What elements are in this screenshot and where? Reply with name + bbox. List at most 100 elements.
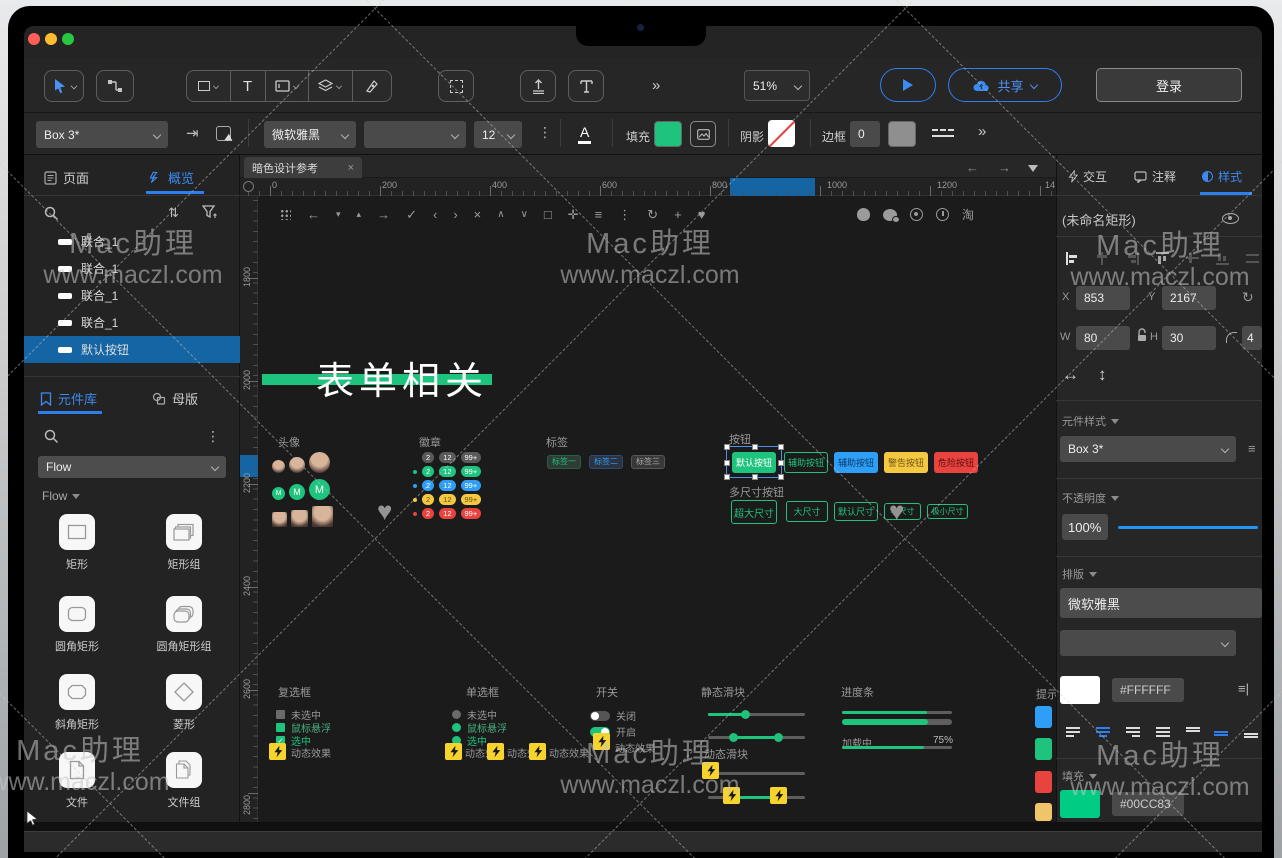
badge[interactable]: 12: [439, 508, 455, 519]
opacity-slider[interactable]: [1118, 526, 1258, 529]
avatar-initial[interactable]: M: [309, 479, 330, 500]
pen-tool-button[interactable]: [353, 71, 391, 101]
panel-style-dropdown[interactable]: Box 3*: [1060, 436, 1236, 462]
dynamic-slider-track[interactable]: [710, 772, 805, 775]
tag-row[interactable]: 标签一 标签二 标签三: [547, 455, 665, 469]
opacity-section-header[interactable]: 不透明度: [1062, 490, 1119, 506]
badge[interactable]: 2: [422, 466, 434, 477]
transform-tool-button[interactable]: [438, 70, 474, 102]
hint-block-yellow[interactable]: [1035, 803, 1052, 821]
badge[interactable]: 99+: [461, 494, 482, 505]
tab-masters[interactable]: 母版: [152, 389, 198, 408]
element-name[interactable]: (未命名矩形): [1062, 210, 1136, 229]
hint-block-blue[interactable]: [1035, 706, 1052, 728]
typography-section-header[interactable]: 排版: [1062, 566, 1097, 582]
filter-icon[interactable]: [202, 205, 218, 220]
tree-search-icon[interactable]: [44, 206, 59, 221]
avatar[interactable]: [272, 460, 285, 473]
badge[interactable]: 2: [422, 508, 434, 519]
secondary-button-widget[interactable]: 辅助按钮: [784, 452, 828, 473]
connector-tool-button[interactable]: [96, 70, 134, 102]
tag[interactable]: 标签二: [589, 455, 623, 469]
style-actions-icon[interactable]: ≡: [1248, 442, 1256, 455]
text-align-right-icon[interactable]: [1126, 727, 1140, 738]
dynamic-effect-icon[interactable]: [529, 743, 546, 760]
component-beveled-rectangle[interactable]: [59, 674, 95, 710]
range-knob-high[interactable]: [774, 733, 783, 742]
widget-style-dropdown[interactable]: Box 3*: [36, 121, 168, 148]
close-window-button[interactable]: [28, 33, 40, 45]
text-align-center-icon[interactable]: [1096, 727, 1110, 738]
zoom-level-dropdown[interactable]: 51%: [744, 70, 810, 101]
badge[interactable]: 2: [422, 480, 434, 491]
avatar-square-row[interactable]: [272, 506, 333, 527]
md-button-widget[interactable]: 默认尺寸: [834, 502, 878, 521]
fill-image-button[interactable]: [690, 121, 716, 147]
w-field[interactable]: 80: [1076, 326, 1130, 350]
range-knob-low[interactable]: [729, 733, 738, 742]
library-search-icon[interactable]: [44, 429, 59, 444]
toolbar-overflow-button[interactable]: »: [652, 78, 658, 93]
close-tab-icon[interactable]: ×: [348, 162, 354, 174]
badge-row-blue[interactable]: 2 12 99+: [413, 480, 481, 491]
format-overflow-button[interactable]: »: [978, 124, 984, 139]
component-file[interactable]: [59, 752, 95, 788]
canvas-tab[interactable]: 暗色设计参考 ×: [244, 157, 362, 178]
text-align-bottom-icon[interactable]: [1244, 727, 1258, 738]
badge[interactable]: 2: [422, 494, 434, 505]
h-field[interactable]: 30: [1162, 326, 1216, 350]
hint-block-green[interactable]: [1035, 738, 1052, 760]
selection-box[interactable]: 默认按钮: [726, 446, 782, 478]
library-menu-icon[interactable]: ⋮: [206, 429, 220, 443]
tab-widget-library[interactable]: 元件库: [40, 389, 97, 408]
eye-icon[interactable]: [1222, 213, 1239, 224]
dynamic-effect-icon[interactable]: [269, 743, 286, 760]
font-color-swatch[interactable]: [1060, 676, 1100, 704]
component-file-group[interactable]: [166, 752, 202, 788]
badge-row-yellow[interactable]: 2 12 99+: [413, 494, 481, 505]
select-style-icon[interactable]: [216, 126, 231, 141]
dynamic-effect-icon[interactable]: [593, 733, 610, 750]
avatar-square[interactable]: [272, 512, 287, 527]
font-size-dropdown[interactable]: 12: [474, 121, 522, 148]
tab-style[interactable]: 样式: [1202, 168, 1242, 185]
text-align-middle-icon[interactable]: [1214, 727, 1228, 738]
tab-pages[interactable]: 页面: [44, 168, 89, 187]
rectangle-tool-button[interactable]: [187, 71, 231, 101]
share-button[interactable]: 共享: [948, 68, 1062, 102]
border-width-field[interactable]: 0: [850, 121, 880, 147]
label-tool-button[interactable]: [266, 71, 310, 101]
minimize-window-button[interactable]: [45, 33, 57, 45]
dynamic-effect-icon[interactable]: [723, 787, 740, 804]
edit-style-icon[interactable]: ⇥: [186, 126, 199, 141]
badge[interactable]: 12: [439, 494, 455, 505]
avatar-initial[interactable]: M: [289, 484, 305, 500]
tab-notes[interactable]: 注释: [1134, 168, 1176, 185]
avatar-initial-row[interactable]: M M M: [272, 479, 330, 500]
border-color-swatch[interactable]: [888, 121, 916, 147]
dynamic-effect-icon[interactable]: [487, 743, 504, 760]
tag[interactable]: 标签一: [547, 455, 581, 469]
tree-item-union-1[interactable]: 联合_1: [24, 228, 240, 255]
badge-row-red[interactable]: 2 12 99+: [413, 508, 481, 519]
danger-button-widget[interactable]: 危险按钮: [934, 452, 978, 473]
tab-interactions[interactable]: 交互: [1068, 168, 1107, 185]
text-tool-button[interactable]: T: [231, 71, 266, 101]
dynamic-effect-icon[interactable]: [445, 743, 462, 760]
badge[interactable]: 99+: [461, 480, 482, 491]
zoom-window-button[interactable]: [62, 33, 74, 45]
avatar-circle-row[interactable]: [272, 452, 330, 473]
font-family-dropdown[interactable]: 微软雅黑: [264, 121, 356, 148]
avatar[interactable]: [309, 452, 330, 473]
badge[interactable]: 12: [439, 452, 455, 463]
tag[interactable]: 标签三: [631, 455, 665, 469]
text-align-left-icon[interactable]: [1066, 727, 1080, 738]
font-weight-dropdown[interactable]: [364, 121, 466, 148]
library-group-header[interactable]: Flow: [42, 489, 80, 503]
tree-item-union-4[interactable]: 联合_1: [24, 309, 240, 336]
avatar[interactable]: [289, 457, 305, 473]
text-style-icon[interactable]: ≡|: [1238, 682, 1249, 695]
align-bottom-icon[interactable]: [1216, 252, 1229, 265]
secondary-solid-button-widget[interactable]: 辅助按钮: [834, 452, 878, 473]
y-field[interactable]: 2167: [1162, 286, 1216, 310]
